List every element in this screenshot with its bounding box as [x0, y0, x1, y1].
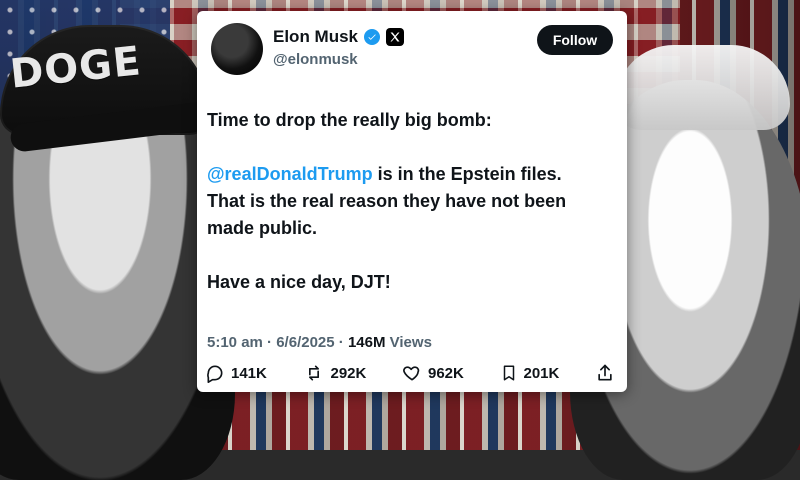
tweet-line-5: Have a nice day, DJT!: [207, 272, 391, 292]
author-avatar[interactable]: [211, 23, 263, 75]
views-count: 146M: [347, 334, 386, 351]
repost-count: 292K: [330, 364, 367, 382]
tweet-paragraph-gap: [207, 134, 617, 161]
reply-button[interactable]: 141K: [205, 363, 267, 383]
tweet-text: Time to drop the really big bomb: @realD…: [207, 107, 617, 296]
author-name-row: Elon Musk: [273, 27, 405, 47]
bookmark-icon: [500, 363, 518, 383]
tweet-actions: 141K 292K 962K 201K: [205, 363, 615, 383]
tweet-paragraph-gap: [207, 242, 617, 269]
like-icon: [402, 363, 422, 383]
tweet-line-3: That is the real reason they have not be…: [207, 191, 567, 211]
meta-separator: ·: [338, 334, 348, 351]
bookmark-button[interactable]: 201K: [500, 363, 560, 383]
tweet-meta: 5:10 am · 6/6/2025 · 146M Views: [207, 334, 432, 351]
author-handle[interactable]: @elonmusk: [273, 51, 358, 68]
tweet-line-2: @realDonaldTrump is in the Epstein files…: [207, 161, 617, 188]
x-logo-icon: [386, 28, 405, 46]
reply-icon: [205, 363, 225, 383]
follow-button[interactable]: Follow: [537, 25, 613, 55]
tweet-line-4: made public.: [207, 218, 318, 238]
tweet-line-2-rest: is in the Epstein files.: [372, 164, 562, 184]
author-name[interactable]: Elon Musk: [273, 27, 358, 47]
views-label: Views: [389, 334, 432, 351]
verified-badge-icon: [364, 29, 381, 45]
repost-button[interactable]: 292K: [303, 363, 367, 383]
share-icon: [595, 363, 615, 383]
meta-separator: ·: [267, 334, 277, 351]
right-portrait-hair: [615, 45, 790, 130]
tweet-date[interactable]: 6/6/2025: [276, 334, 334, 351]
mention-link[interactable]: @realDonaldTrump: [207, 164, 373, 184]
tweet-line-1: Time to drop the really big bomb:: [207, 110, 492, 130]
tweet-time[interactable]: 5:10 am: [207, 334, 263, 351]
reply-count: 141K: [231, 364, 267, 382]
like-button[interactable]: 962K: [402, 363, 464, 383]
repost-icon: [303, 363, 325, 383]
bookmark-count: 201K: [523, 364, 560, 382]
like-count: 962K: [428, 364, 464, 382]
share-button[interactable]: [595, 363, 615, 383]
tweet-card: Elon Musk @elonmusk Follow Time to drop …: [197, 11, 627, 392]
